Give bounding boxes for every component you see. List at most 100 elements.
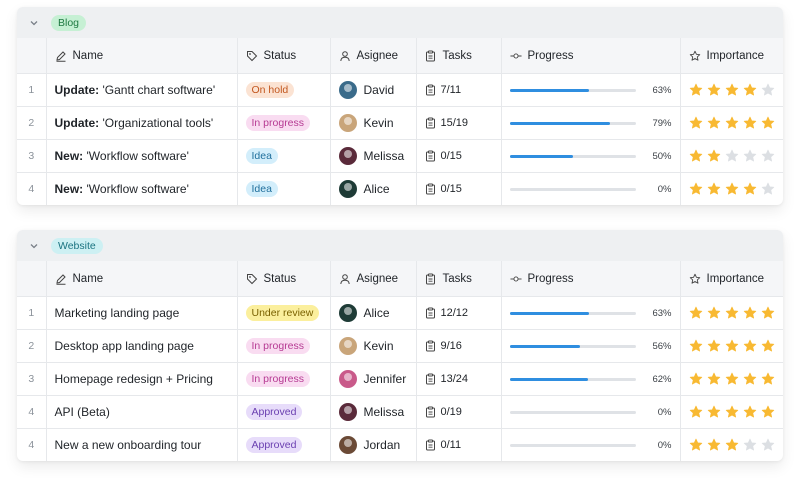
- status-cell[interactable]: On hold: [237, 73, 331, 107]
- importance-cell[interactable]: [680, 362, 784, 396]
- table-row[interactable]: 4 New a new onboarding tour Approved Jordan…: [17, 428, 784, 461]
- task-name[interactable]: New: 'Workflow software': [46, 139, 238, 173]
- tasks-cell[interactable]: 9/16: [416, 329, 502, 363]
- star-filled-icon[interactable]: [707, 438, 721, 452]
- assignee-cell[interactable]: Kevin: [330, 106, 417, 140]
- star-rating[interactable]: [689, 372, 784, 386]
- table-row[interactable]: 3 Homepage redesign + Pricing In progress J…: [17, 362, 784, 396]
- tasks-cell[interactable]: 0/11: [416, 428, 502, 461]
- star-filled-icon[interactable]: [725, 83, 739, 97]
- status-header[interactable]: Status: [237, 261, 331, 297]
- star-empty-icon[interactable]: [761, 149, 775, 163]
- star-rating[interactable]: [689, 182, 784, 196]
- star-filled-icon[interactable]: [725, 372, 739, 386]
- star-filled-icon[interactable]: [707, 306, 721, 320]
- assignee-header[interactable]: Asignee: [330, 261, 417, 297]
- progress-header[interactable]: Progress: [501, 38, 681, 74]
- star-empty-icon[interactable]: [743, 438, 757, 452]
- table-row[interactable]: 4 New: 'Workflow software' Idea Alice 0/15 0%: [17, 172, 784, 205]
- star-empty-icon[interactable]: [743, 149, 757, 163]
- star-rating[interactable]: [689, 405, 784, 419]
- star-filled-icon[interactable]: [689, 83, 703, 97]
- star-filled-icon[interactable]: [725, 339, 739, 353]
- tasks-cell[interactable]: 12/12: [416, 296, 502, 330]
- assignee-cell[interactable]: Alice: [330, 296, 417, 330]
- star-filled-icon[interactable]: [761, 116, 775, 130]
- star-filled-icon[interactable]: [689, 405, 703, 419]
- star-filled-icon[interactable]: [743, 83, 757, 97]
- tasks-cell[interactable]: 13/24: [416, 362, 502, 396]
- star-filled-icon[interactable]: [707, 405, 721, 419]
- chevron-down-icon[interactable]: [28, 17, 40, 29]
- star-empty-icon[interactable]: [761, 83, 775, 97]
- importance-cell[interactable]: [680, 139, 784, 173]
- assignee-cell[interactable]: Melissa: [330, 395, 417, 429]
- name-header[interactable]: Name: [46, 261, 238, 297]
- status-cell[interactable]: In progress: [237, 362, 331, 396]
- star-filled-icon[interactable]: [707, 149, 721, 163]
- star-rating[interactable]: [689, 339, 784, 353]
- tasks-header[interactable]: Tasks: [416, 38, 502, 74]
- table-row[interactable]: 2 Update: 'Organizational tools' In progre…: [17, 106, 784, 140]
- name-header[interactable]: Name: [46, 38, 238, 74]
- tasks-header[interactable]: Tasks: [416, 261, 502, 297]
- star-filled-icon[interactable]: [689, 149, 703, 163]
- status-cell[interactable]: In progress: [237, 329, 331, 363]
- star-rating[interactable]: [689, 116, 784, 130]
- assignee-cell[interactable]: Kevin: [330, 329, 417, 363]
- star-filled-icon[interactable]: [707, 339, 721, 353]
- star-filled-icon[interactable]: [743, 405, 757, 419]
- star-empty-icon[interactable]: [725, 149, 739, 163]
- star-filled-icon[interactable]: [689, 306, 703, 320]
- star-filled-icon[interactable]: [725, 306, 739, 320]
- tasks-cell[interactable]: 7/11: [416, 73, 502, 107]
- status-cell[interactable]: Idea: [237, 172, 331, 205]
- star-empty-icon[interactable]: [761, 182, 775, 196]
- star-filled-icon[interactable]: [743, 182, 757, 196]
- star-rating[interactable]: [689, 306, 784, 320]
- star-filled-icon[interactable]: [689, 372, 703, 386]
- tasks-cell[interactable]: 0/15: [416, 172, 502, 205]
- status-cell[interactable]: Idea: [237, 139, 331, 173]
- status-cell[interactable]: Approved: [237, 395, 331, 429]
- star-rating[interactable]: [689, 438, 784, 452]
- star-filled-icon[interactable]: [689, 182, 703, 196]
- table-row[interactable]: 1 Update: 'Gantt chart software' On hold Da…: [17, 73, 783, 107]
- importance-header[interactable]: Importance: [680, 261, 783, 297]
- assignee-header[interactable]: Asignee: [330, 38, 417, 74]
- importance-cell[interactable]: [680, 106, 784, 140]
- table-row[interactable]: 3 New: 'Workflow software' Idea Melissa 0/15…: [17, 139, 784, 173]
- star-filled-icon[interactable]: [761, 405, 775, 419]
- star-filled-icon[interactable]: [725, 116, 739, 130]
- tasks-cell[interactable]: 0/15: [416, 139, 502, 173]
- assignee-cell[interactable]: David: [330, 73, 417, 107]
- task-name[interactable]: Desktop app landing page: [46, 329, 238, 363]
- star-rating[interactable]: [689, 149, 784, 163]
- star-filled-icon[interactable]: [707, 83, 721, 97]
- task-name[interactable]: Marketing landing page: [46, 296, 238, 330]
- task-name[interactable]: New: 'Workflow software': [46, 172, 238, 205]
- star-filled-icon[interactable]: [743, 116, 757, 130]
- task-name[interactable]: New a new onboarding tour: [46, 428, 238, 461]
- star-filled-icon[interactable]: [707, 372, 721, 386]
- table-row[interactable]: 4 API (Beta) Approved Melissa 0/19 0%: [17, 395, 784, 429]
- star-filled-icon[interactable]: [689, 438, 703, 452]
- status-cell[interactable]: Approved: [237, 428, 331, 461]
- progress-header[interactable]: Progress: [501, 261, 681, 297]
- task-name[interactable]: Homepage redesign + Pricing: [46, 362, 238, 396]
- star-empty-icon[interactable]: [761, 438, 775, 452]
- tasks-cell[interactable]: 0/19: [416, 395, 502, 429]
- assignee-cell[interactable]: Jordan: [330, 428, 417, 461]
- task-name[interactable]: API (Beta): [46, 395, 238, 429]
- star-filled-icon[interactable]: [743, 372, 757, 386]
- task-name[interactable]: Update: 'Gantt chart software': [46, 73, 238, 107]
- importance-cell[interactable]: [680, 296, 784, 330]
- star-filled-icon[interactable]: [689, 116, 703, 130]
- star-filled-icon[interactable]: [707, 182, 721, 196]
- status-cell[interactable]: Under review: [237, 296, 331, 330]
- task-name[interactable]: Update: 'Organizational tools': [46, 106, 238, 140]
- star-filled-icon[interactable]: [761, 306, 775, 320]
- star-filled-icon[interactable]: [743, 339, 757, 353]
- status-header[interactable]: Status: [237, 38, 331, 74]
- star-filled-icon[interactable]: [725, 182, 739, 196]
